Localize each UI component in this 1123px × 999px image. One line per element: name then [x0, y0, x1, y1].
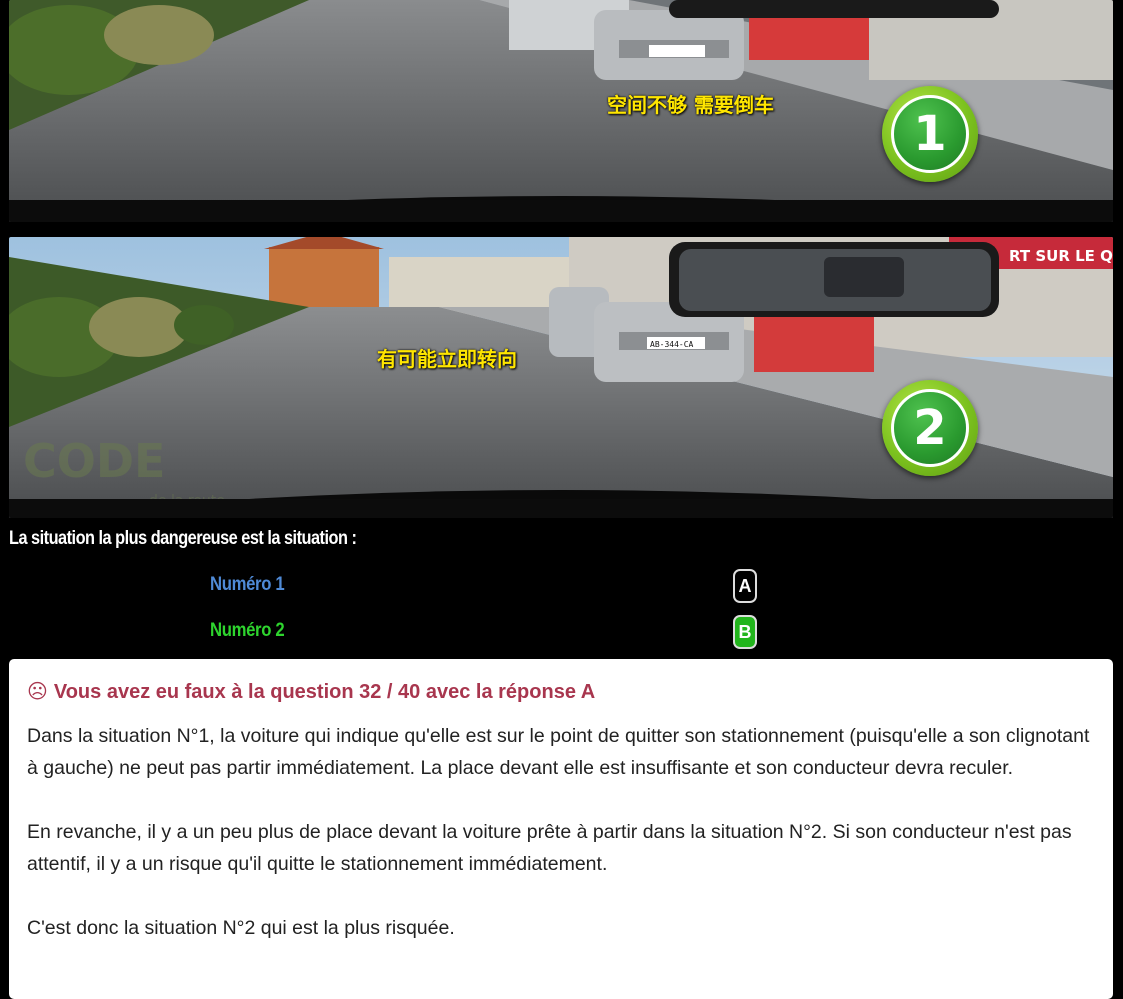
scene-1-image: 空间不够 需要倒车 1 [9, 0, 1113, 222]
scene-2-caption: 有可能立即转向 [377, 347, 517, 371]
answer-key-a[interactable]: A [733, 569, 757, 603]
shop-sign-text: RT SUR LE QUAI [1009, 247, 1113, 265]
explanation-paragraph-2: En revanche, il y a un peu plus de place… [27, 821, 1072, 875]
question-text: La situation la plus dangereuse est la s… [9, 528, 357, 549]
sad-face-icon: ☹ [27, 679, 48, 703]
street-scene-2: RT SUR LE QUAI AB-344-CA CODE de la rout… [9, 237, 1113, 518]
scene-number-badge-2: 2 [882, 380, 978, 476]
scene-1-caption: 空间不够 需要倒车 [607, 93, 774, 117]
badge-number: 1 [891, 95, 969, 173]
badge-number: 2 [891, 389, 969, 467]
answer-option-1[interactable]: Numéro 1 [210, 574, 285, 596]
license-plate: AB-344-CA [650, 340, 694, 349]
answer-key-b[interactable]: B [733, 615, 757, 649]
scene-number-badge-1: 1 [882, 86, 978, 182]
result-panel: ☹ Vous avez eu faux à la question 32 / 40… [9, 659, 1113, 999]
explanation-paragraph-1: Dans la situation N°1, la voiture qui in… [27, 725, 1090, 779]
result-heading: ☹ Vous avez eu faux à la question 32 / 40… [27, 679, 1095, 704]
watermark-logo: CODE [23, 434, 165, 488]
result-title-text: Vous avez eu faux à la question 32 / 40 … [53, 681, 596, 703]
answer-option-2[interactable]: Numéro 2 [210, 620, 285, 642]
scene-2-image: RT SUR LE QUAI AB-344-CA CODE de la rout… [9, 237, 1113, 518]
explanation-paragraph-3: C'est donc la situation N°2 qui est la p… [27, 917, 455, 939]
